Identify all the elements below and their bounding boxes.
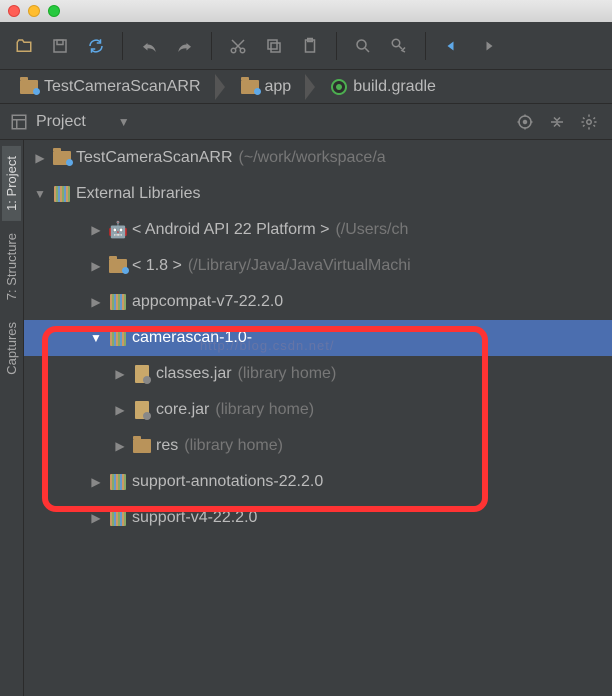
expand-arrow-icon[interactable]: ▶ <box>88 295 104 309</box>
android-icon: 🤖 <box>108 220 128 240</box>
breadcrumb-label: app <box>265 78 292 96</box>
library-icon <box>110 474 126 490</box>
tree-label: < 1.8 > <box>132 257 182 275</box>
tree-note: (library home) <box>215 401 314 419</box>
sidebar-tab-project[interactable]: 1: Project <box>2 146 21 221</box>
sidebar-tab-captures[interactable]: Captures <box>2 312 21 385</box>
sidebar-tab-structure[interactable]: 7: Structure <box>2 223 21 310</box>
tree-label: TestCameraScanARR <box>76 149 233 167</box>
chevron-down-icon: ▼ <box>118 115 130 129</box>
expand-arrow-icon[interactable]: ▶ <box>112 439 128 453</box>
tree-label: < Android API 22 Platform > <box>132 221 329 239</box>
library-group-icon <box>54 186 70 202</box>
settings-button[interactable] <box>576 109 602 135</box>
tree-note: (/Library/Java/JavaVirtualMachi <box>188 257 411 275</box>
sync-button[interactable] <box>82 32 110 60</box>
library-icon <box>110 510 126 526</box>
toolbar-separator <box>211 32 212 60</box>
gradle-icon <box>331 79 347 95</box>
breadcrumb-root[interactable]: TestCameraScanARR <box>10 70 217 104</box>
tree-note: (library home) <box>184 437 283 455</box>
tree-note: (library home) <box>238 365 337 383</box>
tree-row-support-annotations[interactable]: ▶ support-annotations-22.2.0 <box>24 464 612 500</box>
tree-row-classes-jar[interactable]: ▶ classes.jar (library home) <box>24 356 612 392</box>
folder-icon <box>241 80 259 94</box>
window-titlebar <box>0 0 612 22</box>
toolbar-separator <box>336 32 337 60</box>
library-icon <box>110 330 126 346</box>
breadcrumb-label: build.gradle <box>353 78 436 96</box>
breadcrumb-label: TestCameraScanARR <box>44 78 201 96</box>
tree-label: camerascan-1.0- <box>132 329 252 347</box>
expand-arrow-icon[interactable]: ▶ <box>88 223 104 237</box>
tree-row-android-sdk[interactable]: ▶ 🤖 < Android API 22 Platform > (/Users/… <box>24 212 612 248</box>
collapse-arrow-icon[interactable]: ▼ <box>88 331 104 345</box>
undo-button[interactable] <box>135 32 163 60</box>
tree-row-jdk[interactable]: ▶ < 1.8 > (/Library/Java/JavaVirtualMach… <box>24 248 612 284</box>
tree-row-support-v4[interactable]: ▶ support-v4-22.2.0 <box>24 500 612 536</box>
tree-row-core-jar[interactable]: ▶ core.jar (library home) <box>24 392 612 428</box>
expand-arrow-icon[interactable]: ▶ <box>112 367 128 381</box>
tree-row-appcompat[interactable]: ▶ appcompat-v7-22.2.0 <box>24 284 612 320</box>
tree-label: core.jar <box>156 401 209 419</box>
tree-label: res <box>156 437 178 455</box>
tree-row-project-root[interactable]: ▶ TestCameraScanARR (~/work/workspace/a <box>24 140 612 176</box>
replace-button[interactable] <box>385 32 413 60</box>
tree-row-res[interactable]: ▶ res (library home) <box>24 428 612 464</box>
main-toolbar <box>0 22 612 70</box>
tree-label: External Libraries <box>76 185 201 203</box>
paste-button[interactable] <box>296 32 324 60</box>
breadcrumb: TestCameraScanARR app build.gradle <box>0 70 612 104</box>
collapse-arrow-icon[interactable]: ▼ <box>32 187 48 201</box>
tree-label: appcompat-v7-22.2.0 <box>132 293 283 311</box>
breadcrumb-app[interactable]: app <box>231 70 308 104</box>
toolbar-separator <box>425 32 426 60</box>
forward-button[interactable] <box>474 32 502 60</box>
project-panel-header: Project ▼ <box>0 104 612 140</box>
jar-icon <box>135 401 149 419</box>
tree-label: classes.jar <box>156 365 232 383</box>
folder-icon <box>109 259 127 273</box>
panel-title: Project <box>36 113 86 131</box>
tree-row-camerascan[interactable]: ▼ camerascan-1.0- <box>24 320 612 356</box>
minimize-window-button[interactable] <box>28 5 40 17</box>
tree-row-external-libraries[interactable]: ▼ External Libraries <box>24 176 612 212</box>
folder-icon <box>133 439 151 453</box>
breadcrumb-file[interactable]: build.gradle <box>321 70 446 104</box>
copy-button[interactable] <box>260 32 288 60</box>
folder-icon <box>20 80 38 94</box>
collapse-button[interactable] <box>544 109 570 135</box>
zoom-window-button[interactable] <box>48 5 60 17</box>
redo-button[interactable] <box>171 32 199 60</box>
project-view-icon <box>10 113 28 131</box>
project-folder-icon <box>53 151 71 165</box>
tree-label: support-annotations-22.2.0 <box>132 473 323 491</box>
expand-arrow-icon[interactable]: ▶ <box>32 151 48 165</box>
close-window-button[interactable] <box>8 5 20 17</box>
toolbar-separator <box>122 32 123 60</box>
back-button[interactable] <box>438 32 466 60</box>
expand-arrow-icon[interactable]: ▶ <box>88 475 104 489</box>
save-button[interactable] <box>46 32 74 60</box>
expand-arrow-icon[interactable]: ▶ <box>88 511 104 525</box>
view-selector[interactable]: Project ▼ <box>10 113 130 131</box>
cut-button[interactable] <box>224 32 252 60</box>
tree-note: (~/work/workspace/a <box>239 149 386 167</box>
tree-label: support-v4-22.2.0 <box>132 509 257 527</box>
jar-icon <box>135 365 149 383</box>
find-button[interactable] <box>349 32 377 60</box>
open-button[interactable] <box>10 32 38 60</box>
tree-note: (/Users/ch <box>335 221 408 239</box>
library-icon <box>110 294 126 310</box>
locate-button[interactable] <box>512 109 538 135</box>
tool-window-bar: 1: Project 7: Structure Captures <box>0 140 24 696</box>
expand-arrow-icon[interactable]: ▶ <box>88 259 104 273</box>
project-tree: ▶ TestCameraScanARR (~/work/workspace/a … <box>24 140 612 696</box>
expand-arrow-icon[interactable]: ▶ <box>112 403 128 417</box>
